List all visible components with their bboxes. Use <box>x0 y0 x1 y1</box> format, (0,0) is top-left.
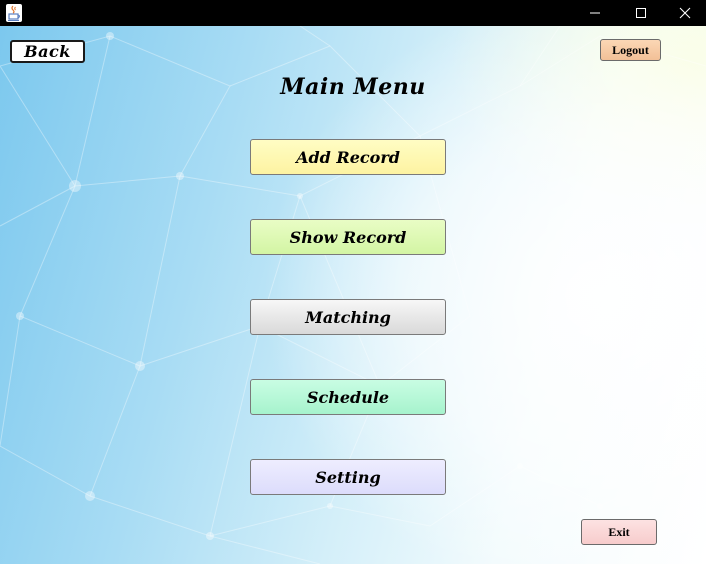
logout-button[interactable]: Logout <box>600 39 661 61</box>
add-record-button[interactable]: Add Record <box>250 139 446 175</box>
show-record-button[interactable]: Show Record <box>250 219 446 255</box>
main-panel: Back Logout Main Menu Add Record Show Re… <box>0 26 706 564</box>
java-icon <box>6 4 22 22</box>
matching-button[interactable]: Matching <box>250 299 446 335</box>
app-window: Back Logout Main Menu Add Record Show Re… <box>0 0 706 564</box>
close-icon[interactable] <box>662 0 706 26</box>
schedule-button[interactable]: Schedule <box>250 379 446 415</box>
setting-button[interactable]: Setting <box>250 459 446 495</box>
page-title: Main Menu <box>280 74 426 100</box>
title-bar[interactable] <box>0 0 706 26</box>
minimize-icon[interactable] <box>572 0 618 26</box>
maximize-icon[interactable] <box>618 0 664 26</box>
back-button[interactable]: Back <box>10 40 85 63</box>
exit-button[interactable]: Exit <box>581 519 657 545</box>
